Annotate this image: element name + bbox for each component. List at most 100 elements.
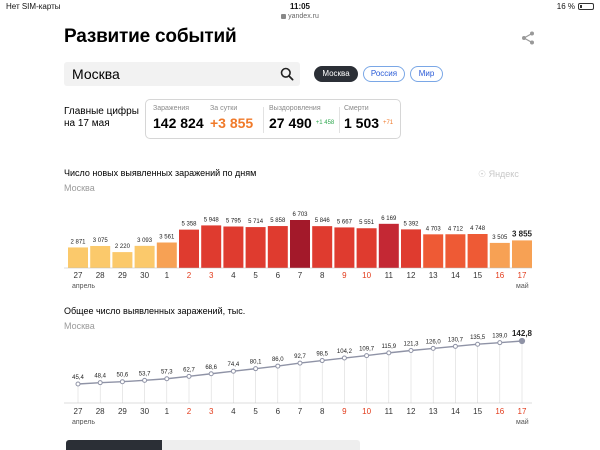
month-label-may: май <box>516 282 529 290</box>
x-tick-label: 14 <box>451 271 460 280</box>
point-value-label: 109,7 <box>359 347 375 353</box>
filter-world[interactable]: Мир <box>410 66 443 82</box>
x-tick-label: 16 <box>495 271 504 280</box>
data-point <box>119 379 125 385</box>
x-tick-label: 5 <box>253 407 258 416</box>
x-tick-label: 12 <box>407 407 416 416</box>
battery-percent: 16 % <box>556 2 575 11</box>
bar-value-label: 5 714 <box>248 219 264 225</box>
x-tick-label: 2 <box>187 271 192 280</box>
data-point <box>475 341 481 347</box>
x-tick-label: 6 <box>276 407 281 416</box>
point-value-label: 115,9 <box>382 344 397 350</box>
bar-value-label: 2 871 <box>70 239 86 245</box>
month-label-may: май <box>516 418 529 425</box>
bar-value-label: 5 358 <box>181 222 197 228</box>
bar <box>467 233 488 268</box>
bar-value-label: 4 703 <box>426 226 442 232</box>
x-tick-label: 8 <box>320 271 325 280</box>
point-value-label: 57,3 <box>161 370 173 376</box>
region-search-input[interactable]: Москва <box>64 62 300 86</box>
x-tick-label: 10 <box>362 271 371 280</box>
bar-value-label: 4 748 <box>470 226 486 232</box>
search-value: Москва <box>72 66 120 82</box>
x-tick-label: 14 <box>451 407 460 416</box>
search-icon[interactable] <box>280 67 294 81</box>
bar <box>223 226 244 268</box>
data-point <box>97 380 103 386</box>
bar <box>68 247 88 268</box>
bar <box>423 234 444 268</box>
point-value-label: 98,5 <box>316 352 328 358</box>
chart-tab-active[interactable] <box>66 440 162 450</box>
data-point <box>319 358 325 364</box>
point-value-label: 135,5 <box>470 335 486 341</box>
battery-indicator: 16 % <box>557 2 594 11</box>
total-chart-title: Общее число выявленных заражений, тыс. <box>64 306 246 316</box>
point-value-label: 142,8 <box>512 330 533 338</box>
point-value-label: 53,7 <box>139 371 151 377</box>
bar <box>90 245 111 268</box>
bar-value-label: 6 703 <box>292 212 308 218</box>
x-tick-label: 29 <box>118 271 127 280</box>
bar-value-label: 5 392 <box>403 221 419 227</box>
total-cases-chart: 45,4 48,4 50,6 53,7 57,3 62,7 68,6 74,4 80,1 86,0… <box>64 330 533 425</box>
data-point <box>408 347 414 353</box>
x-tick-label: 29 <box>118 407 127 416</box>
data-point <box>275 363 281 369</box>
chart-tab-bar[interactable] <box>66 440 360 450</box>
bar <box>356 228 377 268</box>
data-point <box>341 355 347 361</box>
x-tick-label: 17 <box>518 271 527 280</box>
yandex-watermark: ☉ Яндекс <box>478 169 519 179</box>
data-point <box>230 368 236 374</box>
x-tick-label: 9 <box>342 271 347 280</box>
daily-chart-title: Число новых выявленных заражений по дням <box>64 168 257 178</box>
x-tick-label: 7 <box>298 271 303 280</box>
x-tick-label: 2 <box>187 407 192 416</box>
bar <box>179 229 199 268</box>
x-tick-label: 1 <box>165 407 170 416</box>
point-value-label: 68,6 <box>205 365 217 371</box>
point-value-label: 48,4 <box>94 374 106 380</box>
bar <box>156 242 177 268</box>
lock-icon <box>281 14 287 19</box>
data-point <box>518 337 526 345</box>
data-point <box>364 353 370 359</box>
bar-value-label: 3 855 <box>512 229 533 238</box>
point-value-label: 121,3 <box>403 341 419 347</box>
bar-value-label: 5 846 <box>315 218 331 224</box>
x-tick-label: 11 <box>385 271 394 280</box>
x-tick-label: 4 <box>231 271 236 280</box>
stat-deaths: Смерти 1 503 +71 <box>344 105 394 131</box>
address-bar[interactable]: yandex.ru <box>0 13 600 20</box>
x-tick-label: 28 <box>96 407 105 416</box>
point-value-label: 62,7 <box>183 367 195 373</box>
share-icon[interactable] <box>520 30 536 46</box>
x-tick-label: 27 <box>74 271 83 280</box>
month-label-april: апрель <box>72 283 95 290</box>
data-point <box>186 373 192 379</box>
data-point <box>430 345 436 351</box>
url-text: yandex.ru <box>288 13 319 20</box>
filter-russia[interactable]: Россия <box>363 66 405 82</box>
filter-moscow[interactable]: Москва <box>314 66 358 82</box>
data-point <box>75 381 81 387</box>
bar <box>245 227 266 268</box>
x-tick-label: 12 <box>407 271 416 280</box>
bar-value-label: 5 948 <box>204 217 220 223</box>
x-tick-label: 13 <box>429 271 438 280</box>
x-tick-label: 5 <box>253 271 258 280</box>
point-value-label: 45,4 <box>72 375 84 381</box>
x-tick-label: 15 <box>473 271 482 280</box>
x-tick-label: 3 <box>209 271 214 280</box>
point-value-label: 139,0 <box>492 334 508 340</box>
bar-value-label: 4 712 <box>448 226 464 232</box>
bar-value-label: 5 795 <box>226 219 242 225</box>
page-title: Развитие событий <box>64 26 237 47</box>
stat-recovered: Выздоровления 27 490 +1 458 <box>269 105 335 131</box>
bar <box>378 223 399 268</box>
bar-value-label: 3 093 <box>137 238 153 244</box>
point-value-label: 86,0 <box>272 357 284 363</box>
deaths-delta: +71 <box>382 120 394 126</box>
